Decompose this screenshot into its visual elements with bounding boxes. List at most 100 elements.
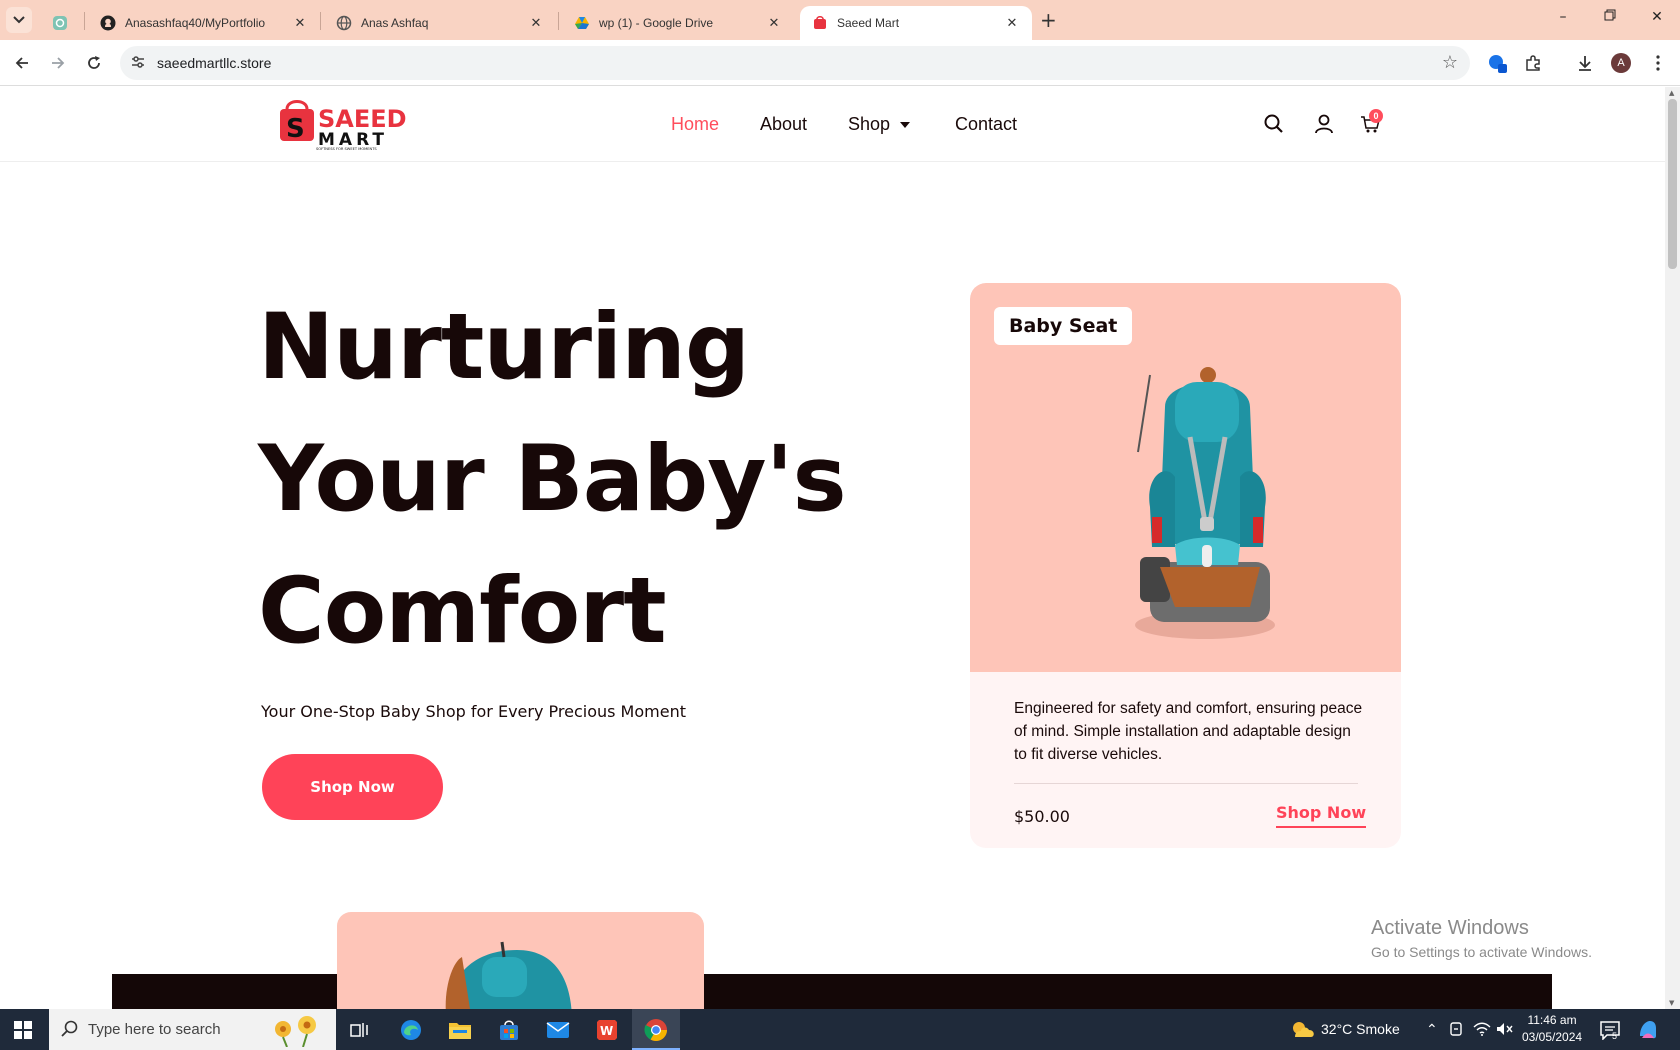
copilot-icon[interactable]	[1636, 1018, 1660, 1042]
product-card: Baby Seat Engineered for safety and comf…	[970, 283, 1401, 848]
product-price: $50.00	[1014, 807, 1070, 826]
weather-icon	[1293, 1022, 1314, 1037]
site-header: S SAEED MART SOFTNESS FOR SWEET MOMENTS …	[0, 87, 1665, 162]
globe-icon	[336, 15, 352, 31]
activate-windows-watermark: Activate Windows Go to Settings to activ…	[1371, 917, 1592, 960]
menu-kebab-icon[interactable]	[1647, 52, 1669, 74]
nav-contact[interactable]: Contact	[955, 114, 1017, 135]
hero-subtitle: Your One-Stop Baby Shop for Every Precio…	[261, 702, 686, 721]
close-tab-icon[interactable]: ✕	[528, 15, 544, 31]
mail-icon[interactable]	[544, 1016, 572, 1044]
tab-title: Anasashfaq40/MyPortfolio	[125, 16, 266, 30]
tab-search-button[interactable]	[6, 7, 32, 33]
tab-separator	[320, 12, 321, 30]
chrome-icon[interactable]	[642, 1016, 670, 1044]
card-shop-now-link[interactable]: Shop Now	[1276, 803, 1367, 828]
dark-section-band	[112, 974, 1552, 1009]
volume-muted-icon[interactable]	[1496, 1021, 1514, 1037]
taskbar-search-box[interactable]: Type here to search	[49, 1009, 336, 1050]
close-tab-icon[interactable]: ✕	[292, 15, 308, 31]
search-icon[interactable]	[1263, 113, 1285, 135]
chevron-down-icon	[13, 16, 25, 24]
clock-date: 03/05/2024	[1522, 1030, 1583, 1044]
browser-toolbar: saeedmartllc.store ☆ A	[0, 40, 1680, 86]
system-clock[interactable]: 11:46 am 03/05/2024	[1522, 1012, 1582, 1046]
profile-avatar[interactable]: A	[1611, 53, 1631, 73]
hero-title-line: Nurturing	[258, 295, 750, 400]
watermark-line1: Activate Windows	[1371, 917, 1529, 939]
scroll-up-icon[interactable]: ▲	[1669, 89, 1674, 97]
restore-icon[interactable]	[1600, 9, 1620, 25]
caret-down-icon	[900, 122, 911, 129]
site-info-icon[interactable]	[130, 54, 146, 74]
card-divider	[1014, 783, 1358, 784]
tab-google-drive[interactable]: wp (1) - Google Drive ✕	[562, 6, 794, 40]
watermark-line2: Go to Settings to activate Windows.	[1371, 944, 1592, 960]
featured-product-card[interactable]	[337, 912, 704, 1009]
close-tab-icon[interactable]: ✕	[766, 15, 782, 31]
notifications-icon[interactable]	[1599, 1020, 1621, 1040]
tab-title: Saeed Mart	[837, 16, 900, 30]
product-image-area[interactable]: Baby Seat	[970, 283, 1401, 672]
hero-shop-now-button[interactable]: Shop Now	[262, 754, 443, 820]
nav-about[interactable]: About	[760, 114, 807, 135]
copilot-extension-icon[interactable]	[1486, 52, 1508, 74]
logo-top-text: SAEED	[318, 105, 407, 133]
notification-count: 5	[1612, 1031, 1618, 1041]
tab-title: wp (1) - Google Drive	[599, 16, 714, 30]
browser-tabstrip: Anasashfaq40/MyPortfolio ✕ Anas Ashfaq ✕…	[0, 0, 1680, 40]
product-description: Engineered for safety and comfort, ensur…	[1014, 700, 1363, 763]
nav-shop[interactable]: Shop	[848, 114, 911, 135]
flowers-icon	[275, 1016, 316, 1047]
tab-github[interactable]: Anasashfaq40/MyPortfolio ✕	[88, 6, 320, 40]
hero-title: Nurturing Your Baby's Comfort	[258, 282, 878, 678]
file-explorer-icon[interactable]	[446, 1016, 474, 1044]
hero-title-line: Your Baby's	[258, 427, 847, 532]
task-view-icon[interactable]	[345, 1016, 373, 1044]
svg-text:W: W	[600, 1024, 613, 1038]
close-window-icon[interactable]: ✕	[1647, 9, 1667, 25]
site-logo[interactable]: S SAEED MART SOFTNESS FOR SWEET MOMENTS	[278, 97, 428, 151]
minimize-icon[interactable]: –	[1553, 9, 1573, 25]
back-icon[interactable]	[11, 52, 33, 74]
close-tab-icon[interactable]: ✕	[1004, 15, 1020, 31]
tab-saeed-mart[interactable]: Saeed Mart ✕	[800, 6, 1032, 40]
nav-shop-label: Shop	[848, 114, 891, 134]
downloads-icon[interactable]	[1574, 52, 1596, 74]
cart-count-badge: 0	[1369, 109, 1383, 123]
account-icon[interactable]	[1313, 113, 1335, 135]
tab-anas-ashfaq[interactable]: Anas Ashfaq ✕	[324, 6, 556, 40]
search-icon	[61, 1020, 78, 1037]
baby-seat-image	[1135, 367, 1275, 639]
nav-home[interactable]: Home	[671, 114, 719, 135]
network-icon[interactable]	[1473, 1021, 1491, 1037]
microsoft-store-icon[interactable]	[495, 1016, 523, 1044]
tab-chatgpt[interactable]	[40, 6, 84, 40]
taskbar-search-placeholder: Type here to search	[88, 1021, 221, 1038]
show-hidden-icons-icon[interactable]: ⌃	[1426, 1021, 1438, 1038]
new-tab-icon[interactable]: +	[1040, 8, 1057, 32]
windows-start-icon[interactable]	[14, 1021, 32, 1039]
wps-office-icon[interactable]: W	[593, 1016, 621, 1044]
reload-icon[interactable]	[83, 52, 105, 74]
url-text: saeedmartllc.store	[157, 55, 272, 71]
bookmark-star-icon[interactable]: ☆	[1442, 52, 1458, 73]
page-scrollbar[interactable]: ▲ ▼	[1665, 87, 1680, 1009]
scroll-down-icon[interactable]: ▼	[1669, 999, 1674, 1007]
windows-taskbar: Type here to search W 32°C Smoke ⌃ 11:46…	[0, 1009, 1680, 1050]
edge-icon[interactable]	[397, 1016, 425, 1044]
baby-seat-thumbnail	[445, 941, 572, 1009]
clock-time: 11:46 am	[1527, 1013, 1577, 1027]
logo-tagline: SOFTNESS FOR SWEET MOMENTS	[316, 147, 377, 151]
address-bar[interactable]: saeedmartllc.store ☆	[120, 46, 1470, 80]
forward-icon[interactable]	[47, 52, 69, 74]
extensions-icon[interactable]	[1522, 52, 1544, 74]
product-tag: Baby Seat	[994, 307, 1133, 345]
scrollbar-thumb[interactable]	[1668, 99, 1677, 269]
github-icon	[100, 15, 116, 31]
svg-text:S: S	[286, 114, 305, 144]
weather-text[interactable]: 32°C Smoke	[1321, 1021, 1400, 1037]
tab-separator	[84, 12, 85, 30]
tab-title: Anas Ashfaq	[361, 16, 429, 30]
meet-now-icon[interactable]	[1449, 1021, 1465, 1037]
